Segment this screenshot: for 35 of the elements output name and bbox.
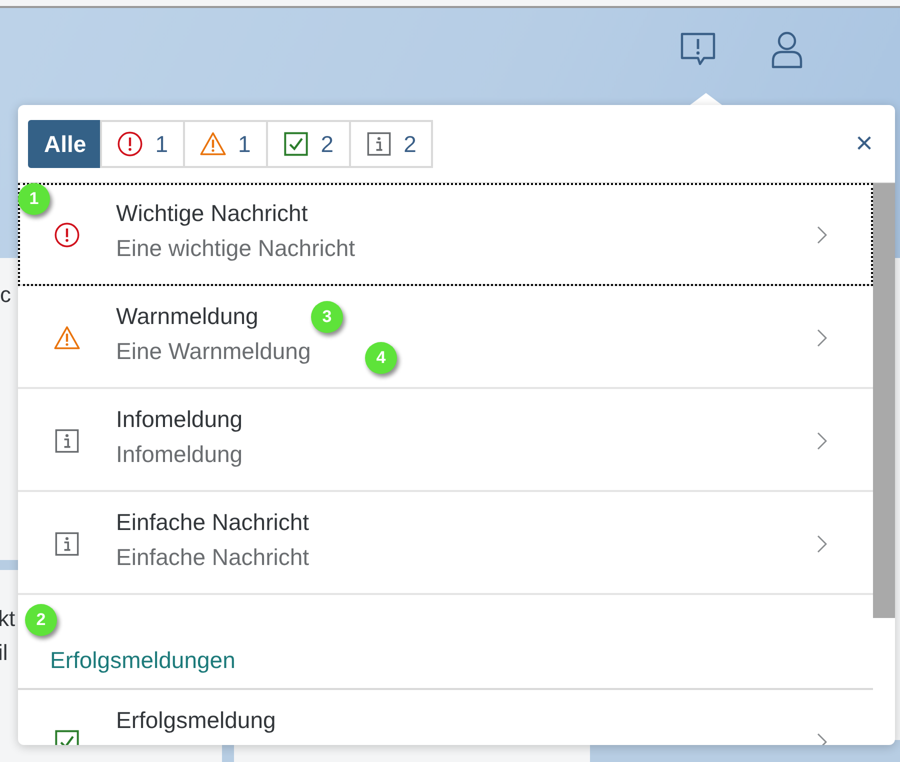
background-bar: [0, 560, 20, 570]
error-icon: [117, 131, 144, 157]
filter-button[interactable]: 1: [182, 120, 268, 168]
message-title: Warnmeldung: [116, 303, 258, 330]
group-header: Erfolgsmeldungen: [50, 647, 236, 674]
message-title: Wichtige Nachricht: [116, 200, 308, 227]
message-title: Einfache Nachricht: [116, 509, 310, 536]
warning-icon: [54, 325, 80, 351]
message-title: Erfolgsmeldung: [116, 707, 276, 734]
info-icon: [54, 531, 80, 557]
message-subtitle: Einfache Nachricht: [116, 544, 310, 571]
chevron-right-icon: [817, 432, 827, 450]
message-item[interactable]: Infomeldung Infomeldung: [18, 389, 873, 492]
info-icon: [366, 131, 392, 157]
error-icon: [54, 222, 80, 248]
filter-button[interactable]: 2: [266, 120, 351, 168]
message-title: Infomeldung: [116, 406, 243, 433]
message-subtitle: Infomeldung: [116, 441, 243, 468]
info-icon: [54, 428, 80, 454]
message-item[interactable]: Einfache Nachricht Einfache Nachricht: [18, 492, 873, 595]
scrollbar-thumb[interactable]: [873, 183, 895, 618]
chevron-right-icon: [817, 535, 827, 553]
filter-button[interactable]: 2: [348, 120, 434, 168]
page-text: c: [0, 282, 11, 308]
message-subtitle: Eine wichtige Nachricht: [116, 235, 356, 262]
filter-button[interactable]: 1: [100, 120, 185, 168]
message-subtitle: Eine Warnmeldung: [116, 338, 311, 365]
checkbox-icon: [282, 131, 309, 157]
warning-icon: [200, 131, 226, 157]
message-item[interactable]: Erfolgsmeldung: [18, 690, 873, 745]
user-icon[interactable]: [770, 30, 804, 70]
chevron-right-icon: [817, 226, 827, 244]
chevron-right-icon: [817, 329, 827, 347]
close-button[interactable]: ×: [851, 127, 877, 161]
filter-button[interactable]: Alle: [28, 120, 102, 168]
